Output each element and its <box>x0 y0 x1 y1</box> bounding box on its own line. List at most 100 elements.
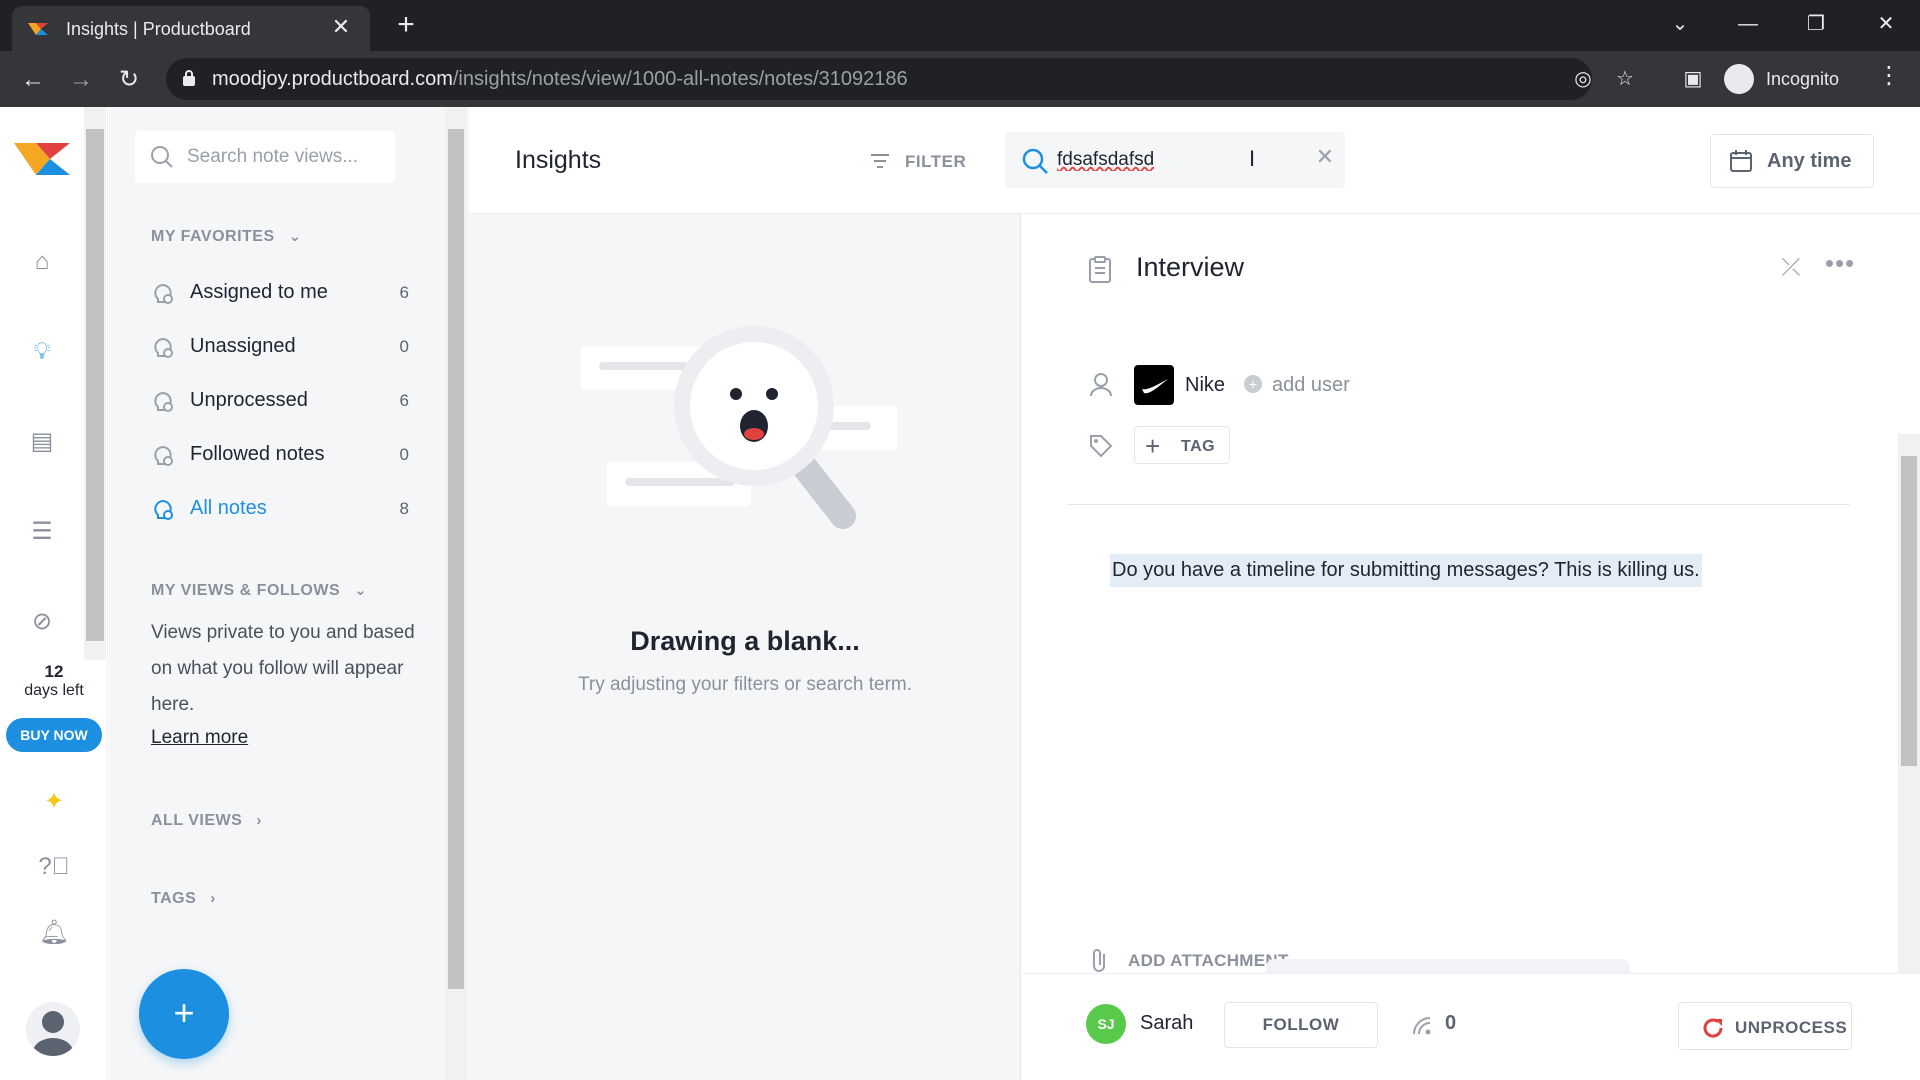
tags-header[interactable]: TAGS › <box>151 890 216 908</box>
note-view-icon <box>154 337 173 358</box>
trial-days: 12 <box>44 662 64 681</box>
followers-count: 0 <box>1445 1012 1457 1034</box>
add-note-button[interactable]: + <box>139 969 229 1059</box>
reload-icon[interactable]: ↻ <box>112 63 146 97</box>
search-icon <box>151 146 173 168</box>
sidebar-item-count: 8 <box>399 499 409 518</box>
company-name[interactable]: Nike <box>1185 374 1225 397</box>
add-tag-button[interactable]: + TAG <box>1134 426 1230 464</box>
notifications-bell-icon[interactable]: 🔔︎ <box>34 913 74 953</box>
productboard-favicon-icon <box>28 23 48 35</box>
paperclip-icon <box>1093 949 1105 972</box>
sidebar-scrollbar[interactable] <box>445 107 467 1080</box>
sidebar-item-assigned-to-me[interactable]: Assigned to me 6 <box>151 272 409 312</box>
sparkle-icon[interactable]: ✦ <box>34 782 74 822</box>
sidebar-item-count: 6 <box>399 391 409 410</box>
note-view-icon <box>154 445 173 466</box>
buy-now-button[interactable]: BUY NOW <box>6 718 102 752</box>
sidebar-item-label: Followed notes <box>190 443 325 465</box>
empty-state-magnifier-illustration <box>581 326 897 529</box>
new-tab-button[interactable]: + <box>390 10 422 42</box>
productboard-logo[interactable] <box>14 137 70 181</box>
sidebar-item-label: Assigned to me <box>190 281 328 303</box>
note-document-icon <box>1089 256 1111 283</box>
sidebar-item-unprocessed[interactable]: Unprocessed 6 <box>151 380 409 420</box>
roadmap-icon[interactable]: ☰ <box>22 512 62 552</box>
search-notes-box: I ✕ <box>1005 132 1345 188</box>
incognito-badge[interactable]: Incognito <box>1722 58 1868 100</box>
forward-icon[interactable]: → <box>64 63 98 97</box>
sidebar-item-followed-notes[interactable]: Followed notes 0 <box>151 434 409 474</box>
sidebar-item-unassigned[interactable]: Unassigned 0 <box>151 326 409 366</box>
minimize-button[interactable]: — <box>1728 8 1768 40</box>
search-note-views-input[interactable]: Search note views... <box>135 131 395 183</box>
avatar-silhouette-icon <box>33 1011 73 1056</box>
detail-tabs-strip <box>1266 959 1630 973</box>
incognito-label: Incognito <box>1766 69 1840 89</box>
side-panel-icon[interactable]: ▣ <box>1680 66 1706 92</box>
text-cursor-icon: I <box>1249 146 1256 171</box>
features-board-icon[interactable]: ▤ <box>22 422 62 462</box>
tag-icon <box>1090 435 1113 458</box>
user-icon <box>1090 373 1112 397</box>
owner-avatar[interactable]: SJ <box>1086 1004 1126 1044</box>
any-time-button[interactable]: Any time <box>1710 134 1874 188</box>
chevron-down-icon: ⌄ <box>354 582 368 599</box>
help-icon[interactable]: ?⃝ <box>34 847 74 887</box>
tab-close-icon[interactable]: ✕ <box>328 14 354 40</box>
collapse-icon[interactable]: ⤫ <box>1776 254 1806 284</box>
browser-tab[interactable]: Insights | Productboard ✕ <box>12 6 370 51</box>
omnibox[interactable]: moodjoy.productboard.com/insights/notes/… <box>166 58 1634 100</box>
notes-sidebar: Search note views... MY FAVORITES ⌄ Assig… <box>109 107 469 1080</box>
back-icon[interactable]: ← <box>16 63 50 97</box>
trial-label: days left <box>24 682 84 699</box>
followers-icon <box>1413 1017 1431 1035</box>
filter-label: FILTER <box>905 152 967 171</box>
plus-icon: + <box>1145 431 1161 461</box>
star-icon[interactable]: ☆ <box>1612 66 1638 92</box>
trial-counter: 12 days left <box>6 662 102 700</box>
note-title[interactable]: Interview <box>1136 252 1244 283</box>
follow-button[interactable]: FOLLOW <box>1224 1002 1378 1048</box>
user-avatar[interactable] <box>26 1002 80 1056</box>
note-content[interactable]: Do you have a timeline for submitting me… <box>1110 554 1702 587</box>
insights-bulb-icon[interactable]: 💡︎ <box>22 332 62 372</box>
learn-more-link[interactable]: Learn more <box>151 727 248 749</box>
url-text: moodjoy.productboard.com/insights/notes/… <box>212 68 908 90</box>
tab-search-icon[interactable]: ⌄ <box>1660 8 1700 40</box>
note-detail-pane: Interview ⤫ ••• Nike + add user + TAG Do … <box>1022 214 1920 1080</box>
restore-button[interactable]: ❐ <box>1796 8 1836 40</box>
search-icon <box>1022 148 1048 174</box>
my-views-follows-header[interactable]: MY VIEWS & FOLLOWS ⌄ <box>151 581 367 600</box>
close-window-button[interactable]: ✕ <box>1866 8 1906 40</box>
calendar-icon <box>1730 150 1752 172</box>
search-placeholder: Search note views... <box>187 146 359 167</box>
sidebar-item-label: All notes <box>190 497 267 519</box>
address-bar: ← → ↻ moodjoy.productboard.com/insights/… <box>0 51 1920 107</box>
my-favorites-header[interactable]: MY FAVORITES ⌄ <box>151 227 302 246</box>
insights-header: Insights FILTER I ✕ A <box>469 107 1920 214</box>
empty-state-title: Drawing a blank... <box>630 626 860 656</box>
add-attachment-button[interactable]: ADD ATTACHMENT <box>1128 951 1289 971</box>
plus-circle-icon: + <box>1244 375 1262 393</box>
sidebar-item-all-notes[interactable]: All notes 8 <box>151 488 409 528</box>
tag-label: TAG <box>1181 438 1216 455</box>
home-icon[interactable]: ⌂ <box>22 242 62 282</box>
eye-off-icon[interactable]: ◎ <box>1570 66 1596 92</box>
sidebar-item-label: Unprocessed <box>190 389 308 411</box>
portal-icon[interactable]: ⊘ <box>22 602 62 642</box>
rail-scrollbar[interactable] <box>84 107 106 660</box>
owner-name[interactable]: Sarah <box>1140 1012 1193 1035</box>
clear-search-icon[interactable]: ✕ <box>1311 144 1339 170</box>
tab-title: Insights | Productboard <box>66 19 251 39</box>
more-options-icon[interactable]: ••• <box>1822 248 1858 278</box>
notes-list-pane: Drawing a blank... Try adjusting your fi… <box>469 214 1021 1080</box>
search-notes-input[interactable] <box>1057 144 1277 176</box>
all-views-header[interactable]: ALL VIEWS › <box>151 812 262 830</box>
unprocess-button[interactable]: UNPROCESS <box>1678 1002 1852 1050</box>
browser-menu-icon[interactable]: ⋮ <box>1876 61 1902 90</box>
unprocess-label: UNPROCESS <box>1735 1018 1848 1037</box>
sidebar-item-count: 0 <box>399 445 409 464</box>
add-user-button[interactable]: + add user <box>1244 374 1350 397</box>
browser-tab-bar: Insights | Productboard ✕ + ⌄ — ❐ ✕ <box>0 0 1920 51</box>
